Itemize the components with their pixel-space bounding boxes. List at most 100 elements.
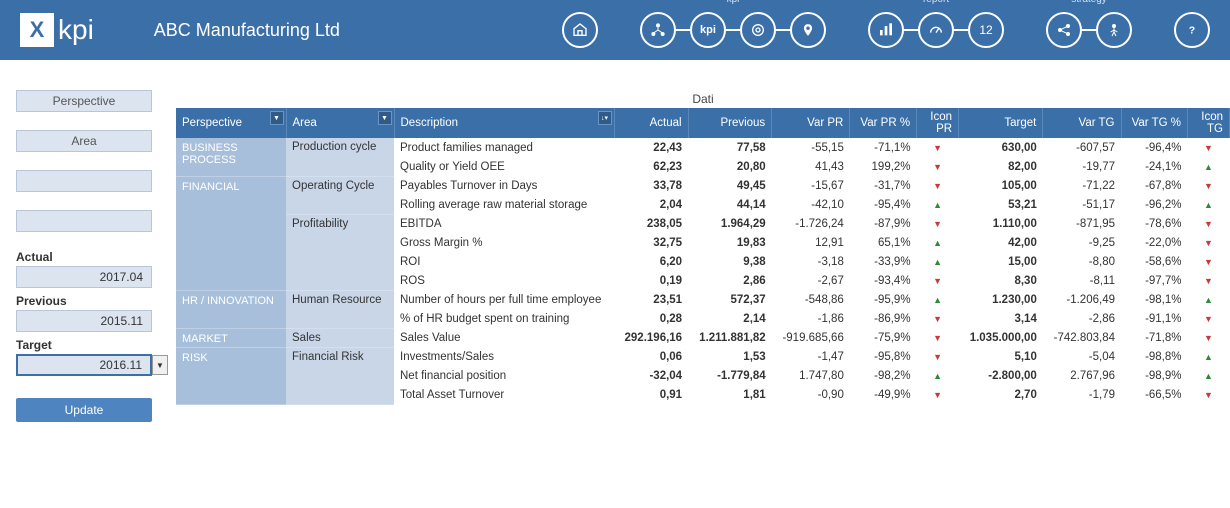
kpi-icon[interactable]: kpi [690, 12, 726, 48]
chevron-down-icon[interactable]: ▼ [152, 355, 168, 375]
cell-var-tg-pct: -22,0% [1121, 233, 1188, 252]
help-icon[interactable]: ? [1174, 12, 1210, 48]
update-button[interactable]: Update [16, 398, 152, 422]
table-title: Dati [176, 90, 1230, 108]
cell-var-pr: -1,47 [772, 347, 850, 366]
filter-box[interactable] [16, 170, 152, 192]
th-var-tg-pct[interactable]: Var TG % [1121, 108, 1188, 138]
cell-var-tg: -9,25 [1043, 233, 1121, 252]
trend-up-icon: ▲ [1204, 295, 1213, 305]
period-value[interactable]: 2016.11▼ [16, 354, 152, 376]
cell-actual: 62,23 [614, 157, 688, 176]
cell-var-tg: -1.206,49 [1043, 290, 1121, 309]
cell-previous: 20,80 [688, 157, 772, 176]
cell-description: Quality or Yield OEE [394, 157, 614, 176]
cell-previous: 1,81 [688, 385, 772, 404]
filter-box[interactable] [16, 210, 152, 232]
cell-target: 2,70 [959, 385, 1043, 404]
nav-label-report: report [923, 0, 949, 5]
th-description[interactable]: Description↓▾ [394, 108, 614, 138]
cell-var-pr-pct: -33,9% [850, 252, 917, 271]
cell-icon-tg: ▲ [1188, 366, 1230, 385]
period-value[interactable]: 2015.11 [16, 310, 152, 332]
trend-up-icon: ▲ [1204, 200, 1213, 210]
cell-description: Total Asset Turnover [394, 385, 614, 404]
cell-description: Sales Value [394, 328, 614, 347]
trend-up-icon: ▲ [933, 238, 942, 248]
person-icon[interactable] [1096, 12, 1132, 48]
sort-dropdown-icon[interactable]: ↓▾ [598, 111, 612, 125]
cell-icon-tg: ▼ [1188, 309, 1230, 328]
filter-dropdown-icon[interactable]: ▼ [378, 111, 392, 125]
cell-actual: 0,28 [614, 309, 688, 328]
filter-box[interactable]: Perspective [16, 90, 152, 112]
cell-var-tg-pct: -96,4% [1121, 138, 1188, 157]
th-var-pr-pct[interactable]: Var PR % [850, 108, 917, 138]
hierarchy-icon[interactable] [640, 12, 676, 48]
cell-icon-tg: ▼ [1188, 138, 1230, 157]
calendar-icon[interactable]: 12 [968, 12, 1004, 48]
filter-box[interactable]: Area [16, 130, 152, 152]
cell-var-pr: -1,86 [772, 309, 850, 328]
cell-icon-pr: ▼ [917, 214, 959, 233]
cell-var-pr-pct: -95,4% [850, 195, 917, 214]
cell-icon-pr: ▼ [917, 138, 959, 157]
cell-icon-pr: ▼ [917, 309, 959, 328]
cell-icon-pr: ▼ [917, 347, 959, 366]
cell-var-tg-pct: -98,1% [1121, 290, 1188, 309]
nav-group-report: report 12 [868, 12, 1004, 48]
cell-var-pr: -919.685,66 [772, 328, 850, 347]
th-actual[interactable]: Actual [614, 108, 688, 138]
period-label: Previous [16, 294, 170, 308]
cell-var-tg: -607,57 [1043, 138, 1121, 157]
cell-icon-pr: ▼ [917, 157, 959, 176]
trend-down-icon: ▼ [933, 314, 942, 324]
cell-var-pr-pct: -95,8% [850, 347, 917, 366]
cell-var-tg: -8,80 [1043, 252, 1121, 271]
cell-var-pr-pct: 65,1% [850, 233, 917, 252]
cell-var-pr-pct: -49,9% [850, 385, 917, 404]
cell-icon-tg: ▲ [1188, 290, 1230, 309]
th-target[interactable]: Target [959, 108, 1043, 138]
cell-var-tg: -19,77 [1043, 157, 1121, 176]
target-icon[interactable] [740, 12, 776, 48]
cell-actual: 0,19 [614, 271, 688, 290]
cell-description: Number of hours per full time employee [394, 290, 614, 309]
cell-actual: 0,06 [614, 347, 688, 366]
th-perspective[interactable]: Perspective▼ [176, 108, 286, 138]
cell-var-pr-pct: 199,2% [850, 157, 917, 176]
gauge-icon[interactable] [918, 12, 954, 48]
cell-previous: 44,14 [688, 195, 772, 214]
svg-text:?: ? [1189, 25, 1195, 37]
trend-down-icon: ▼ [933, 390, 942, 400]
table-row: FINANCIALOperating CyclePayables Turnove… [176, 176, 1230, 195]
cell-previous: 9,38 [688, 252, 772, 271]
cell-icon-tg: ▼ [1188, 385, 1230, 404]
th-area[interactable]: Area▼ [286, 108, 394, 138]
cell-var-pr-pct: -86,9% [850, 309, 917, 328]
trend-down-icon: ▼ [933, 219, 942, 229]
pin-icon[interactable] [790, 12, 826, 48]
th-previous[interactable]: Previous [688, 108, 772, 138]
share-icon[interactable] [1046, 12, 1082, 48]
cell-icon-tg: ▲ [1188, 157, 1230, 176]
trend-up-icon: ▲ [1204, 371, 1213, 381]
th-var-pr[interactable]: Var PR [772, 108, 850, 138]
th-icon-tg[interactable]: Icon TG [1188, 108, 1230, 138]
cell-description: Rolling average raw material storage [394, 195, 614, 214]
period-value[interactable]: 2017.04 [16, 266, 152, 288]
trend-down-icon: ▼ [1204, 276, 1213, 286]
home-icon[interactable] [562, 12, 598, 48]
cell-var-pr: -1.726,24 [772, 214, 850, 233]
nav-group-kpi: kpi kpi [640, 12, 826, 48]
th-var-tg[interactable]: Var TG [1043, 108, 1121, 138]
filter-sidebar: PerspectiveArea Actual2017.04Previous201… [0, 90, 170, 422]
company-name: ABC Manufacturing Ltd [154, 20, 340, 41]
logo-mark-icon: X [20, 13, 54, 47]
period-label: Target [16, 338, 170, 352]
filter-dropdown-icon[interactable]: ▼ [270, 111, 284, 125]
th-icon-pr[interactable]: Icon PR [917, 108, 959, 138]
trend-down-icon: ▼ [1204, 181, 1213, 191]
table-row: HR / INNOVATIONHuman ResourceNumber of h… [176, 290, 1230, 309]
chart-bar-icon[interactable] [868, 12, 904, 48]
